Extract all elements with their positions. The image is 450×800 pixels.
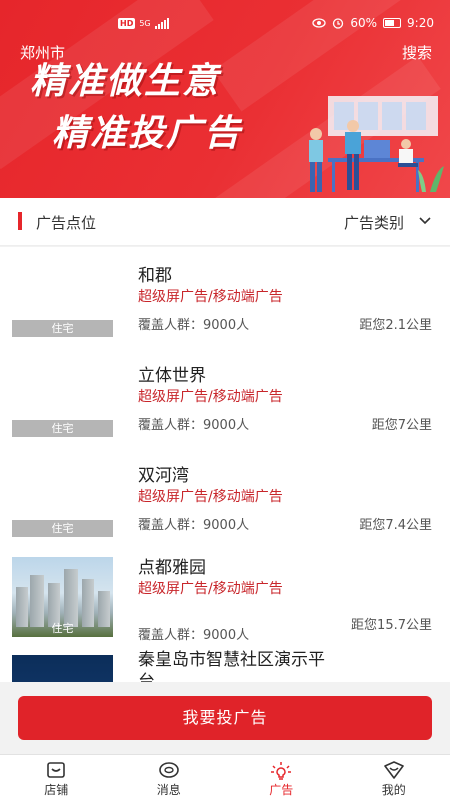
listing-name: 双河湾 — [138, 466, 189, 486]
signal-icon — [154, 18, 169, 29]
listing-ad-type: 超级屏广告/移动端广告 — [138, 581, 283, 597]
listing-coverage: 覆盖人群：9000人 — [138, 518, 250, 533]
list-item[interactable]: 住宅 点都雅园 超级屏广告/移动端广告 覆盖人群：9000人 距您15.7公里 — [0, 547, 450, 655]
battery-icon — [383, 18, 402, 28]
list-item[interactable]: 住宅 立体世界 超级屏广告/移动端广告 覆盖人群：9000人 距您7公里 — [0, 347, 450, 447]
ad-icon — [271, 762, 292, 780]
place-ad-button[interactable]: 我要投广告 — [18, 696, 432, 740]
tab-label: 广告 — [269, 783, 294, 797]
chevron-down-icon[interactable] — [418, 214, 432, 228]
listing-distance: 距您2.1公里 — [359, 318, 432, 333]
status-bar: HD 5G 60% 9:20 — [0, 14, 450, 36]
listing-name: 和郡 — [138, 266, 172, 286]
list-item[interactable]: 秦皇岛市智慧社区演示平台 — [0, 647, 450, 682]
profile-icon — [383, 761, 404, 779]
eye-icon — [312, 18, 327, 28]
listing-coverage: 覆盖人群：9000人 — [138, 418, 250, 433]
listing-ad-type: 超级屏广告/移动端广告 — [138, 389, 283, 405]
office-people-illustration — [309, 96, 444, 192]
shop-icon — [47, 762, 66, 778]
cta-area: 我要投广告 — [0, 682, 450, 754]
listing-ad-type: 超级屏广告/移动端广告 — [138, 289, 283, 305]
tab-label: 消息 — [156, 783, 181, 797]
tab-profile[interactable]: 我的 — [338, 755, 450, 800]
alarm-icon — [333, 18, 344, 29]
message-icon — [158, 762, 179, 778]
banner-headline-2: 精准投广告 — [52, 113, 243, 154]
listing-thumbnail: 住宅 — [12, 457, 113, 537]
tab-ads[interactable]: 广告 — [225, 755, 338, 800]
banner-headline-1: 精准做生意 — [30, 61, 221, 102]
listing-name: 点都雅园 — [138, 558, 206, 578]
ad-location-list[interactable]: 住宅 和郡 超级屏广告/移动端广告 覆盖人群：9000人 距您2.1公里 住宅 … — [0, 247, 450, 682]
listing-tag: 住宅 — [12, 320, 113, 337]
promo-banner[interactable]: HD 5G 60% 9:20 郑州市 搜索 精准做生意 精准投广告 — [0, 0, 450, 198]
listing-distance: 距您7.4公里 — [359, 518, 432, 533]
tab-label: 我的 — [381, 783, 406, 797]
list-item[interactable]: 住宅 双河湾 超级屏广告/移动端广告 覆盖人群：9000人 距您7.4公里 — [0, 447, 450, 547]
listing-coverage: 覆盖人群：9000人 — [138, 318, 250, 333]
listing-thumbnail: 住宅 — [12, 257, 113, 337]
tab-label: 店铺 — [44, 783, 69, 797]
listing-tag: 住宅 — [12, 420, 113, 437]
list-item[interactable]: 住宅 和郡 超级屏广告/移动端广告 覆盖人群：9000人 距您2.1公里 — [0, 247, 450, 347]
tab-messages[interactable]: 消息 — [113, 755, 226, 800]
listing-distance: 距您15.7公里 — [351, 618, 432, 633]
clock: 9:20 — [407, 16, 434, 30]
listing-name: 立体世界 — [138, 366, 206, 386]
listing-tag: 住宅 — [12, 520, 113, 537]
ad-category-filter[interactable]: 广告类别 — [344, 212, 404, 233]
network-label: 5G — [139, 19, 151, 28]
listing-ad-type: 超级屏广告/移动端广告 — [138, 489, 283, 505]
listing-tag: 住宅 — [51, 622, 74, 635]
listing-thumbnail — [12, 655, 113, 682]
bottom-tab-bar: 店铺 消息 广告 我的 — [0, 754, 450, 800]
search-button[interactable]: 搜索 — [402, 42, 432, 63]
tab-shop[interactable]: 店铺 — [0, 755, 113, 800]
listing-thumbnail-photo: 住宅 — [12, 557, 113, 637]
battery-percent: 60% — [350, 16, 378, 30]
listing-name: 秦皇岛市智慧社区演示平台 — [138, 650, 325, 682]
hd-badge: HD — [118, 18, 136, 29]
section-header: 广告点位 广告类别 — [0, 198, 450, 246]
listing-thumbnail: 住宅 — [12, 357, 113, 437]
listing-distance: 距您7公里 — [371, 418, 432, 433]
section-title: 广告点位 — [36, 214, 97, 232]
listing-coverage: 覆盖人群：9000人 — [138, 628, 250, 643]
section-accent-bar — [18, 212, 22, 230]
